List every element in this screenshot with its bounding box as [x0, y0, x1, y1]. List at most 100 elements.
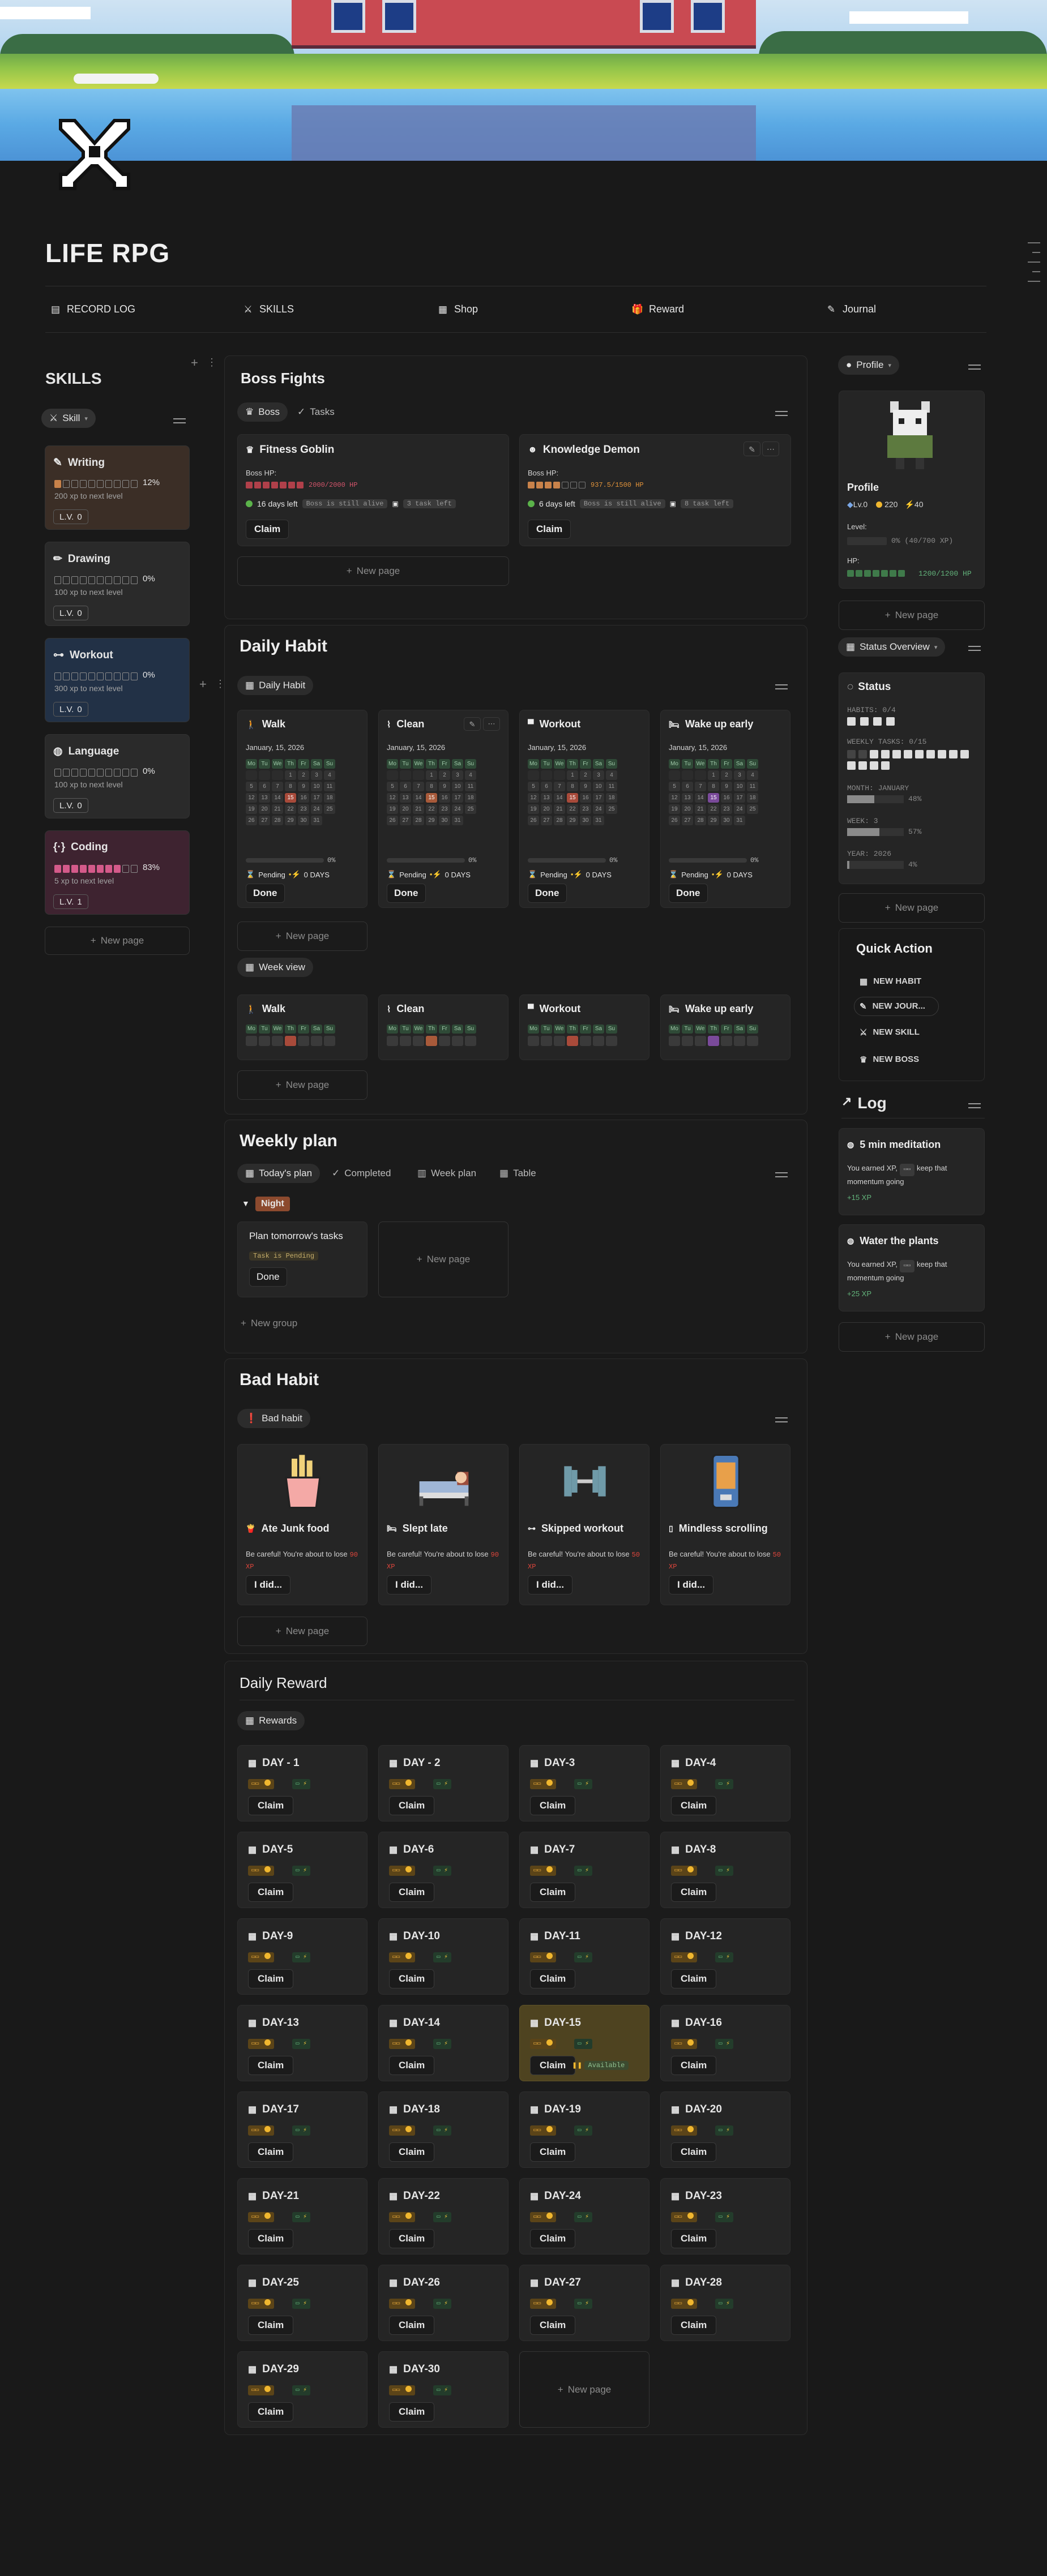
i-did-button[interactable]: I did...	[669, 1575, 714, 1595]
drag-handle-icon[interactable]: ⋮	[207, 357, 217, 368]
filter-icon[interactable]	[173, 416, 186, 425]
reward-card[interactable]: ▦ DAY-8 ▭▭ ▭ ⚡ Claim	[660, 1832, 790, 1908]
reward-card[interactable]: ▦ DAY-14 ▭▭ ▭ ⚡ Claim	[378, 2005, 508, 2081]
claim-button[interactable]: Claim	[530, 1883, 576, 1902]
claim-button[interactable]: Claim	[248, 2229, 294, 2248]
week-habit-card[interactable]: ⌇ Clean Mo Tu We Th Fr Sa Su	[378, 995, 508, 1060]
reward-card[interactable]: ▦ DAY - 2 ▭▭ ▭ ⚡ Claim	[378, 1745, 508, 1821]
reward-card[interactable]: ▦ DAY-27 ▭▭ ▭ ⚡ Claim	[519, 2265, 649, 2341]
claim-button[interactable]: Claim	[248, 1796, 294, 1815]
claim-button[interactable]: Claim	[389, 2229, 435, 2248]
reward-card[interactable]: ▦ DAY - 1 ▭▭ ▭ ⚡ Claim	[237, 1745, 367, 1821]
bad-habit-card[interactable]: ⊶ Skipped workout Be careful! You're about…	[519, 1444, 649, 1605]
bad-habit-card[interactable]: ▯ Mindless scrolling Be careful! You're ab…	[660, 1444, 790, 1605]
filter-icon[interactable]	[775, 1415, 788, 1424]
new-habit-button[interactable]: ▦ NEW HABIT	[860, 976, 921, 987]
skill-view-tab[interactable]: ⚔ Skill ▾	[41, 409, 96, 428]
tab-profile[interactable]: ● Profile ▾	[838, 355, 899, 375]
log-new-page[interactable]: + New page	[839, 1322, 985, 1352]
claim-button[interactable]: Claim	[671, 1796, 717, 1815]
claim-button[interactable]: Claim	[389, 2142, 435, 2162]
add-icon[interactable]: +	[191, 355, 198, 370]
claim-button[interactable]: Claim	[530, 2229, 576, 2248]
done-button[interactable]: Done	[249, 1267, 287, 1287]
reward-card[interactable]: ▦ DAY-16 ▭▭ ▭ ⚡ Claim	[660, 2005, 790, 2081]
tab-completed[interactable]: ✓ Completed	[332, 1168, 391, 1179]
i-did-button[interactable]: I did...	[387, 1575, 432, 1595]
reward-card[interactable]: ▦ DAY-24 ▭▭ ▭ ⚡ Claim	[519, 2178, 649, 2254]
habit-card[interactable]: ⌇ Clean ✎ ⋯ January, 15, 2026 Mo Tu We Th Fr Sa Su 1…	[378, 710, 508, 908]
habit-card[interactable]: ▀ Workout January, 15, 2026 Mo Tu We Th Fr Sa Su 1…	[519, 710, 649, 908]
claim-button[interactable]: Claim	[389, 2402, 435, 2421]
claim-button[interactable]: Claim	[671, 2056, 717, 2075]
claim-button[interactable]: Claim	[530, 2316, 576, 2335]
plan-new-page[interactable]: + New page	[378, 1221, 508, 1297]
status-new-page[interactable]: + New page	[839, 893, 985, 923]
tab-week-view[interactable]: ▦ Week view	[237, 958, 313, 977]
reward-card[interactable]: ▦ DAY-4 ▭▭ ▭ ⚡ Claim	[660, 1745, 790, 1821]
claim-button[interactable]: Claim	[530, 1969, 576, 1988]
nav-shop[interactable]: ▦ Shop	[437, 303, 478, 315]
claim-button[interactable]: Claim	[248, 2056, 294, 2075]
edit-icon[interactable]: ✎	[743, 442, 760, 456]
tab-table[interactable]: ▦ Table	[499, 1168, 536, 1179]
habit-card[interactable]: 🚶 Walk January, 15, 2026 Mo Tu We Th Fr Sa Su 1 2 3 4…	[237, 710, 367, 908]
reward-card[interactable]: ▦ DAY-12 ▭▭ ▭ ⚡ Claim	[660, 1918, 790, 1995]
claim-button[interactable]: Claim	[671, 1969, 717, 1988]
skill-card[interactable]: ✏ Drawing 0% 100 xp to next level L.V. 0	[45, 542, 190, 626]
edit-icon[interactable]: ✎	[464, 717, 481, 731]
reward-card[interactable]: ▦ DAY-6 ▭▭ ▭ ⚡ Claim	[378, 1832, 508, 1908]
reward-card[interactable]: ▦ DAY-28 ▭▭ ▭ ⚡ Claim	[660, 2265, 790, 2341]
profile-new-page[interactable]: + New page	[839, 601, 985, 630]
skill-card[interactable]: ⊶ Workout 0% 300 xp to next level L.V. 0	[45, 638, 190, 722]
more-options-icon[interactable]: ⋯	[762, 442, 779, 456]
claim-button[interactable]: Claim	[389, 2056, 435, 2075]
profile-card[interactable]: Profile ◆Lv.0 220 ⚡40 Level: 0% (40/700 …	[839, 391, 985, 589]
claim-button[interactable]: Claim	[530, 2056, 576, 2075]
reward-card[interactable]: ▦ DAY-9 ▭▭ ▭ ⚡ Claim	[237, 1918, 367, 1995]
reward-card[interactable]: ▦ DAY-15 ▭▭ ▭ ⚡ Claim ❚❚ Available	[519, 2005, 649, 2081]
nav-skills[interactable]: ⚔ SKILLS	[242, 303, 294, 315]
claim-button[interactable]: Claim	[389, 1969, 435, 1988]
claim-button[interactable]: Claim	[389, 2316, 435, 2335]
boss-new-page[interactable]: + New page	[237, 556, 509, 586]
new-boss-button[interactable]: ♛ NEW BOSS	[860, 1055, 919, 1065]
boss-card[interactable]: ☻ Knowledge Demon ✎ ⋯ Boss HP: 937.5/1500 HP 6…	[519, 434, 791, 546]
skill-card[interactable]: ✎ Writing 12% 200 xp to next level L.V. 0	[45, 445, 190, 530]
week-habit-card[interactable]: 🛏 Wake up early Mo Tu We Th Fr Sa Su	[660, 995, 790, 1060]
habit-new-page[interactable]: + New page	[237, 921, 367, 951]
filter-icon[interactable]	[775, 409, 788, 418]
claim-button[interactable]: Claim	[671, 2229, 717, 2248]
tab-status-overview[interactable]: ▦ Status Overview ▾	[838, 637, 946, 657]
nav-record-log[interactable]: ▤ RECORD LOG	[50, 303, 135, 315]
reward-card[interactable]: ▦ DAY-11 ▭▭ ▭ ⚡ Claim	[519, 1918, 649, 1995]
habit-card[interactable]: 🛏 Wake up early January, 15, 2026 Mo Tu We Th F…	[660, 710, 790, 908]
reward-card[interactable]: ▦ DAY-5 ▭▭ ▭ ⚡ Claim	[237, 1832, 367, 1908]
more-options-icon[interactable]: ⋯	[483, 717, 500, 731]
week-habit-card[interactable]: 🚶 Walk Mo Tu We Th Fr Sa Su	[237, 995, 367, 1060]
reward-card[interactable]: ▦ DAY-26 ▭▭ ▭ ⚡ Claim	[378, 2265, 508, 2341]
log-entry[interactable]: ◍ 5 min meditation You earned XP, ▭▭ keep th…	[839, 1128, 985, 1215]
reward-card[interactable]: ▦ DAY-17 ▭▭ ▭ ⚡ Claim	[237, 2091, 367, 2168]
skill-card[interactable]: ◍ Language 0% 100 xp to next level L.V. 0	[45, 734, 190, 818]
done-button[interactable]: Done	[528, 884, 567, 903]
claim-button[interactable]: Claim	[528, 520, 571, 539]
filter-icon[interactable]	[775, 1170, 788, 1179]
claim-button[interactable]: Claim	[671, 2316, 717, 2335]
claim-button[interactable]: Claim	[389, 1796, 435, 1815]
i-did-button[interactable]: I did...	[528, 1575, 573, 1595]
plan-task-card[interactable]: Plan tomorrow's tasks Task is Pending Do…	[237, 1221, 367, 1297]
claim-button[interactable]: Claim	[671, 2142, 717, 2162]
week-new-page[interactable]: + New page	[237, 1070, 367, 1100]
tab-rewards[interactable]: ▦ Rewards	[237, 1711, 305, 1730]
add-icon[interactable]: +	[199, 677, 207, 692]
claim-button[interactable]: Claim	[246, 520, 289, 539]
filter-icon[interactable]	[775, 682, 788, 691]
status-card[interactable]: ◌ Status HABITS: 0/4 WEEKLY TASKS: 0/15 M…	[839, 672, 985, 884]
done-button[interactable]: Done	[669, 884, 708, 903]
new-group-button[interactable]: + New group	[241, 1318, 297, 1329]
claim-button[interactable]: Claim	[248, 2142, 294, 2162]
reward-card[interactable]: ▦ DAY-20 ▭▭ ▭ ⚡ Claim	[660, 2091, 790, 2168]
tab-tasks[interactable]: ✓ Tasks	[297, 406, 335, 418]
reward-new-page[interactable]: + New page	[519, 2351, 649, 2428]
